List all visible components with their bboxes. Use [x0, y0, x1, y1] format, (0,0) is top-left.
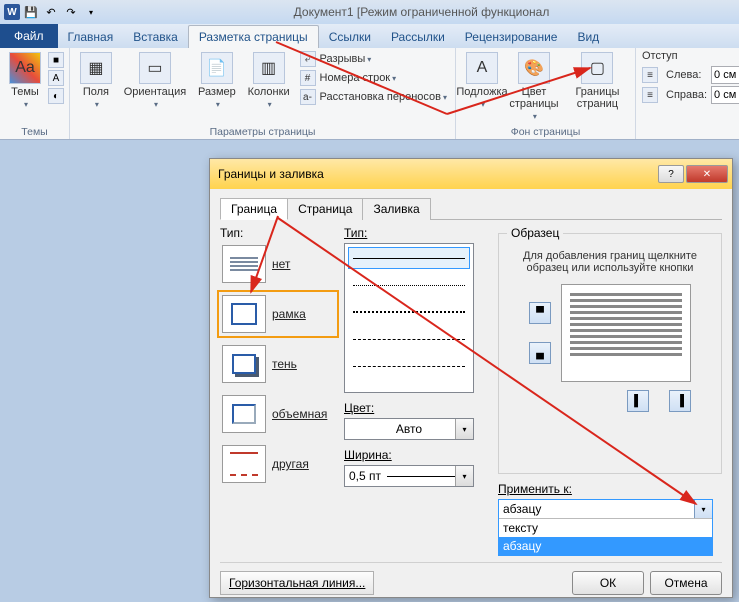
indent-right-label: Справа:: [666, 89, 707, 101]
preview-page[interactable]: [561, 284, 691, 382]
themes-icon: Aa: [9, 52, 41, 84]
hyphenation-icon: a-: [300, 89, 316, 105]
orientation-icon: ▭: [139, 52, 171, 84]
style-solid[interactable]: [348, 247, 470, 269]
dialog-tab-shading[interactable]: Заливка: [362, 198, 430, 220]
indent-left-icon: ≡: [642, 67, 658, 83]
theme-fonts-icon[interactable]: A: [48, 70, 64, 86]
style-item[interactable]: [348, 328, 470, 350]
size-icon: 📄: [201, 52, 233, 84]
style-label: Тип:: [344, 226, 490, 240]
margins-icon: ▦: [80, 52, 112, 84]
cancel-button[interactable]: Отмена: [650, 571, 722, 595]
group-themes: Темы: [6, 125, 63, 139]
margins-button[interactable]: ▦Поля▾: [76, 50, 116, 111]
indent-header: Отступ: [642, 50, 678, 62]
group-page-setup: Параметры страницы: [76, 125, 449, 139]
dialog-tab-border[interactable]: Граница: [220, 198, 288, 220]
help-button[interactable]: ?: [658, 165, 684, 183]
page-color-button[interactable]: 🎨Цвет страницы▾: [506, 50, 562, 123]
apply-to-combo[interactable]: абзацу ▾ тексту абзацу: [498, 499, 713, 556]
dropdown-arrow-icon: ▾: [455, 466, 473, 486]
breaks-button[interactable]: ⤶Разрывы▾: [298, 50, 450, 68]
ribbon-tabs: Файл Главная Вставка Разметка страницы С…: [0, 24, 739, 48]
dialog-title: Границы и заливка: [218, 167, 656, 181]
file-tab[interactable]: Файл: [0, 24, 58, 48]
orientation-button[interactable]: ▭Ориентация▾: [120, 50, 190, 111]
type-3d[interactable]: объемная: [220, 393, 336, 435]
color-combo[interactable]: Авто ▾: [344, 418, 474, 440]
style-item[interactable]: [348, 355, 470, 377]
dialog-titlebar[interactable]: Границы и заливка ? ✕: [210, 159, 732, 189]
tab-mailings[interactable]: Рассылки: [381, 26, 455, 48]
preview-fieldset: Образец Для добавления границ щелкните о…: [498, 226, 722, 474]
size-button[interactable]: 📄Размер▾: [194, 50, 240, 111]
ribbon: Aa Темы▾ ■ A ◐ Темы ▦Поля▾ ▭Ориентация▾ …: [0, 48, 739, 140]
theme-effects-icon[interactable]: ◐: [48, 88, 64, 104]
indent-right-icon: ≡: [642, 87, 658, 103]
page-borders-button[interactable]: ▢Границы страниц: [566, 50, 629, 112]
apply-option-text[interactable]: тексту: [499, 519, 712, 537]
line-numbers-button[interactable]: #Номера строк▾: [298, 69, 450, 87]
horizontal-line-button[interactable]: Горизонтальная линия...: [220, 571, 374, 595]
apply-to-label: Применить к:: [498, 482, 722, 496]
tab-page-layout[interactable]: Разметка страницы: [188, 25, 319, 48]
dropdown-arrow-icon: ▾: [455, 419, 473, 439]
border-right-button[interactable]: ▐: [669, 390, 691, 412]
themes-button[interactable]: Aa Темы▾: [6, 50, 44, 111]
document-title: Документ1 [Режим ограниченной функционал: [104, 5, 739, 19]
undo-icon[interactable]: ↶: [42, 3, 60, 21]
page-color-icon: 🎨: [518, 52, 550, 84]
page-borders-icon: ▢: [581, 52, 613, 84]
preview-label: Образец: [507, 226, 563, 240]
dropdown-arrow-icon: ▾: [694, 500, 712, 518]
dialog-tab-page[interactable]: Страница: [287, 198, 363, 220]
columns-icon: ▥: [253, 52, 285, 84]
style-item[interactable]: [348, 301, 470, 323]
border-bottom-button[interactable]: ▄: [529, 342, 551, 364]
close-button[interactable]: ✕: [686, 165, 728, 183]
title-bar: W 💾 ↶ ↷ ▾ Документ1 [Режим ограниченной …: [0, 0, 739, 24]
word-app-icon: W: [4, 4, 20, 20]
theme-colors-icon[interactable]: ■: [48, 52, 64, 68]
style-item[interactable]: [348, 274, 470, 296]
apply-option-paragraph[interactable]: абзацу: [499, 537, 712, 555]
tab-home[interactable]: Главная: [58, 26, 124, 48]
line-numbers-icon: #: [300, 70, 316, 86]
indent-left-input[interactable]: [711, 66, 739, 84]
tab-insert[interactable]: Вставка: [123, 26, 188, 48]
quick-access-toolbar: W 💾 ↶ ↷ ▾: [0, 3, 104, 21]
breaks-icon: ⤶: [300, 51, 316, 67]
ok-button[interactable]: ОК: [572, 571, 644, 595]
type-label: Тип:: [220, 226, 336, 240]
color-label: Цвет:: [344, 401, 490, 415]
qat-dropdown-icon[interactable]: ▾: [82, 3, 100, 21]
preview-hint: Для добавления границ щелкните образец и…: [507, 250, 713, 274]
redo-icon[interactable]: ↷: [62, 3, 80, 21]
columns-button[interactable]: ▥Колонки▾: [244, 50, 294, 111]
tab-view[interactable]: Вид: [567, 26, 609, 48]
tab-review[interactable]: Рецензирование: [455, 26, 568, 48]
width-label: Ширина:: [344, 448, 490, 462]
border-top-button[interactable]: ▀: [529, 302, 551, 324]
borders-shading-dialog: Границы и заливка ? ✕ Граница Страница З…: [209, 158, 733, 598]
group-page-background: Фон страницы: [462, 125, 629, 139]
type-shadow[interactable]: тень: [220, 343, 336, 385]
watermark-icon: A: [466, 52, 498, 84]
watermark-button[interactable]: AПодложка▾: [462, 50, 502, 111]
indent-right-input[interactable]: [711, 86, 739, 104]
type-none[interactable]: нет: [220, 243, 336, 285]
dialog-tabs: Граница Страница Заливка: [220, 197, 722, 220]
type-custom[interactable]: другая: [220, 443, 336, 485]
save-icon[interactable]: 💾: [22, 3, 40, 21]
width-combo[interactable]: 0,5 пт ▾: [344, 465, 474, 487]
type-box[interactable]: рамка: [220, 293, 336, 335]
border-left-button[interactable]: ▌: [627, 390, 649, 412]
indent-left-label: Слева:: [666, 69, 707, 81]
hyphenation-button[interactable]: a-Расстановка переносов▾: [298, 88, 450, 106]
style-list[interactable]: [344, 243, 474, 393]
tab-references[interactable]: Ссылки: [319, 26, 381, 48]
